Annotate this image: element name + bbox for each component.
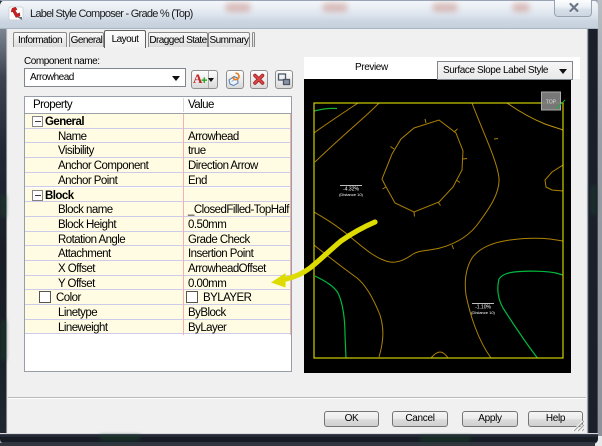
svg-text:(Distance 10): (Distance 10) (471, 310, 495, 315)
svg-text:TOP: TOP (546, 100, 557, 106)
